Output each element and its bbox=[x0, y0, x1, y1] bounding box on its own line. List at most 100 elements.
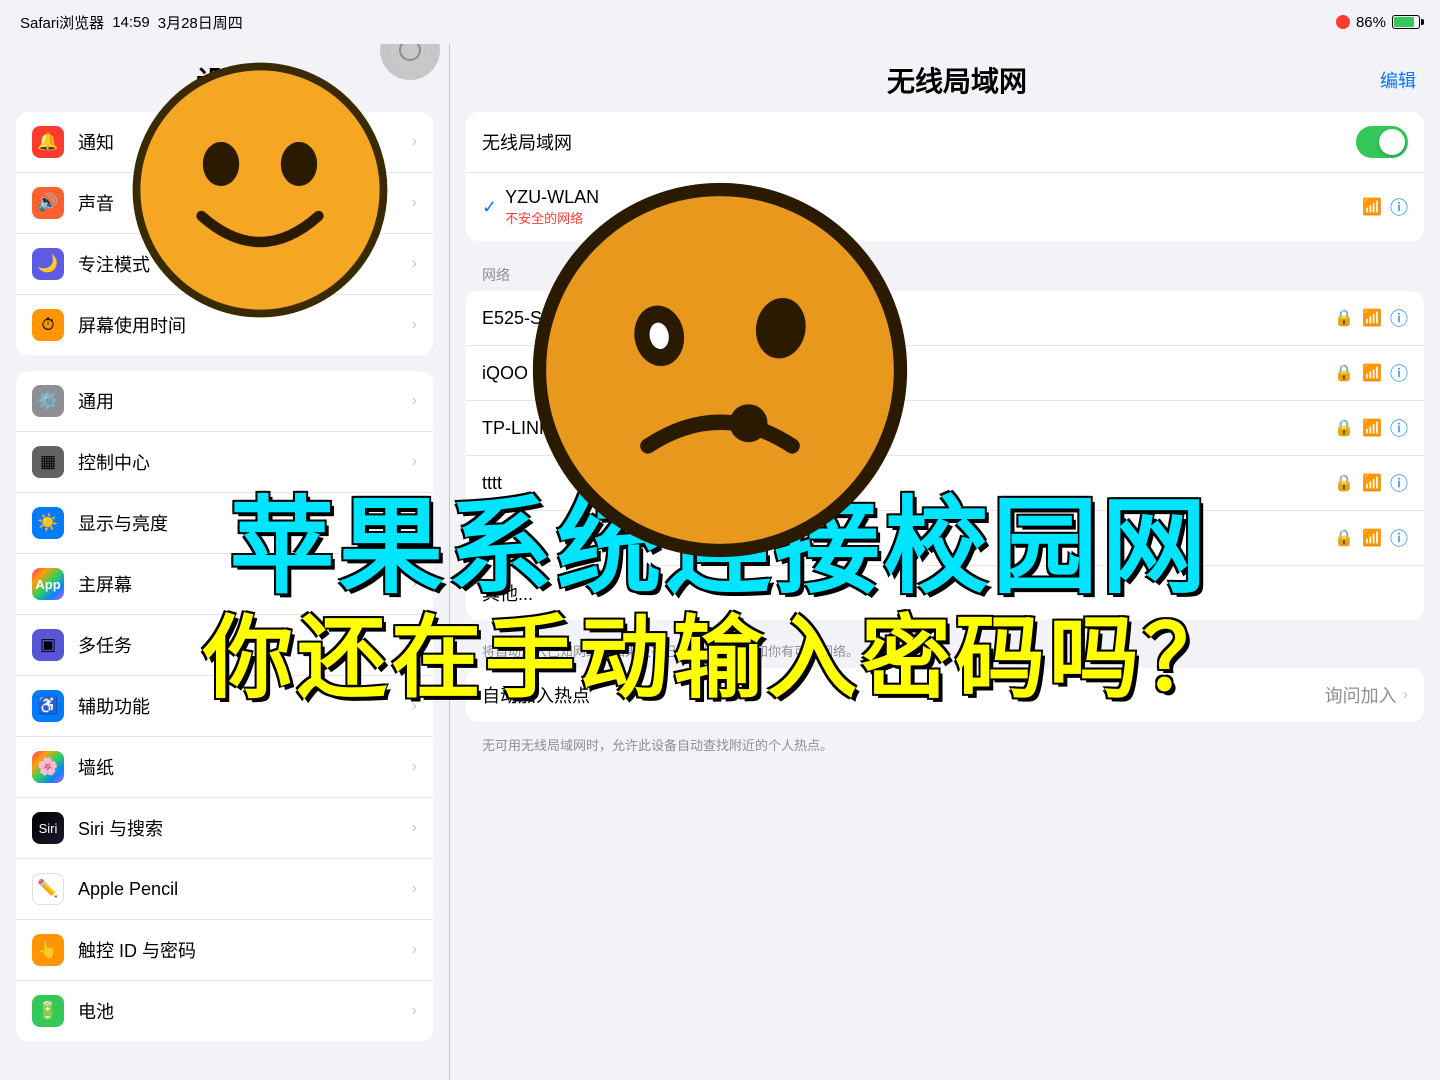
homescreen-label: 主屏幕 bbox=[78, 571, 132, 597]
wifi-signal-icon: 📶 bbox=[1362, 418, 1382, 438]
sidebar-item-battery[interactable]: 🔋 电池 › bbox=[16, 981, 433, 1041]
screentime-icon: ⏱ bbox=[32, 309, 64, 341]
focus-label: 专注模式 bbox=[78, 251, 150, 277]
app-name: Safari浏览器 bbox=[20, 12, 104, 33]
sound-icon: 🔊 bbox=[32, 187, 64, 219]
wallpaper-label: 墙纸 bbox=[78, 754, 114, 780]
status-bar: Safari浏览器 14:59 3月28日周四 86% bbox=[0, 0, 1440, 44]
info-button[interactable]: ⓘ bbox=[1390, 360, 1408, 386]
connected-network-row[interactable]: ✓ YZU-WLAN 不安全的网络 📶 ⓘ bbox=[466, 173, 1424, 241]
sidebar-item-wallpaper[interactable]: 🌸 墙纸 › bbox=[16, 737, 433, 798]
other-networks-row[interactable]: 其他... bbox=[466, 566, 1424, 620]
display-label: 显示与亮度 bbox=[78, 510, 168, 536]
notifications-icon: 🔔 bbox=[32, 126, 64, 158]
status-right: 86% bbox=[1336, 14, 1420, 31]
sidebar-item-touchid[interactable]: 👆 触控 ID 与密码 › bbox=[16, 920, 433, 981]
chevron-icon: › bbox=[412, 758, 417, 776]
sidebar-item-focus[interactable]: 🌙 专注模式 › bbox=[16, 234, 433, 295]
wifi-toggle-row: 无线局域网 bbox=[466, 112, 1424, 173]
network-row-3[interactable]: tttt 🔒 📶 ⓘ bbox=[466, 456, 1424, 511]
checkmark-icon: ✓ bbox=[482, 197, 497, 218]
focus-icon: 🌙 bbox=[32, 248, 64, 280]
chevron-icon: › bbox=[412, 392, 417, 410]
record-button bbox=[1336, 15, 1350, 29]
chevron-right-icon: › bbox=[1403, 686, 1408, 704]
network-name-2: TP-LINK_ME bbox=[482, 418, 1334, 439]
main-container: 设置 🔔 通知 › 🔊 声音 › 🌙 专注模式 › ⏱ 屏幕使用时间 › bbox=[0, 44, 1440, 1080]
chevron-icon: › bbox=[412, 316, 417, 334]
sidebar-item-siri[interactable]: Siri Siri 与搜索 › bbox=[16, 798, 433, 859]
auto-hotspot-label: 自动加入热点 bbox=[482, 682, 1325, 708]
siri-label: Siri 与搜索 bbox=[78, 815, 163, 841]
chevron-icon: › bbox=[412, 1002, 417, 1020]
edit-button[interactable]: 编辑 bbox=[1380, 67, 1416, 93]
chevron-icon: › bbox=[412, 133, 417, 151]
network-row-0[interactable]: E525-Smart-class 🔒 📶 ⓘ bbox=[466, 291, 1424, 346]
sidebar-item-multitasking[interactable]: ▣ 多任务 › bbox=[16, 615, 433, 676]
networks-section-label: 网络 bbox=[450, 257, 1440, 291]
info-button[interactable]: ⓘ bbox=[1390, 305, 1408, 331]
info-button[interactable]: ⓘ bbox=[1390, 194, 1408, 220]
siri-icon: Siri bbox=[32, 812, 64, 844]
wifi-toggle[interactable] bbox=[1356, 126, 1408, 158]
sidebar-item-screentime[interactable]: ⏱ 屏幕使用时间 › bbox=[16, 295, 433, 355]
sidebar-item-accessibility[interactable]: ♿ 辅助功能 › bbox=[16, 676, 433, 737]
controlcenter-icon: ▦ bbox=[32, 446, 64, 478]
battery-indicator bbox=[1392, 15, 1420, 29]
sidebar-group-2: ⚙️ 通用 › ▦ 控制中心 › ☀️ 显示与亮度 › App 主屏幕 › ▣ bbox=[16, 371, 433, 1041]
sidebar: 设置 🔔 通知 › 🔊 声音 › 🌙 专注模式 › ⏱ 屏幕使用时间 › bbox=[0, 44, 450, 1080]
sidebar-item-controlcenter[interactable]: ▦ 控制中心 › bbox=[16, 432, 433, 493]
chevron-icon: › bbox=[412, 575, 417, 593]
available-networks-group: E525-Smart-class 🔒 📶 ⓘ iQOO Neo5 🔒 📶 ⓘ T… bbox=[466, 291, 1424, 620]
other-networks-label: 其他... bbox=[482, 580, 1408, 606]
network-row-1[interactable]: iQOO Neo5 🔒 📶 ⓘ bbox=[466, 346, 1424, 401]
sidebar-item-display[interactable]: ☀️ 显示与亮度 › bbox=[16, 493, 433, 554]
lock-icon: 🔒 bbox=[1334, 528, 1354, 548]
ask-join-label: 询问加入 bbox=[1325, 682, 1397, 708]
display-icon: ☀️ bbox=[32, 507, 64, 539]
info-button[interactable]: ⓘ bbox=[1390, 470, 1408, 496]
sidebar-group-1: 🔔 通知 › 🔊 声音 › 🌙 专注模式 › ⏱ 屏幕使用时间 › bbox=[16, 112, 433, 355]
chevron-icon: › bbox=[412, 453, 417, 471]
network-icons-3: 🔒 📶 ⓘ bbox=[1334, 470, 1408, 496]
screentime-label: 屏幕使用时间 bbox=[78, 312, 186, 338]
lock-icon: 🔒 bbox=[1334, 308, 1354, 328]
multitasking-label: 多任务 bbox=[78, 632, 132, 658]
chevron-icon: › bbox=[412, 514, 417, 532]
sidebar-item-general[interactable]: ⚙️ 通用 › bbox=[16, 371, 433, 432]
wifi-title: 无线局域网 bbox=[534, 60, 1380, 100]
pencil-label: Apple Pencil bbox=[78, 879, 178, 900]
auto-join-note: 将自动加入已知网络。如果没有已知网络，将通知你有可用网络。 bbox=[450, 636, 1440, 668]
chevron-icon: › bbox=[412, 636, 417, 654]
sidebar-item-homescreen[interactable]: App 主屏幕 › bbox=[16, 554, 433, 615]
general-label: 通用 bbox=[78, 388, 114, 414]
wifi-toggle-label: 无线局域网 bbox=[482, 129, 1356, 155]
sidebar-item-sound[interactable]: 🔊 声音 › bbox=[16, 173, 433, 234]
auto-hotspot-row[interactable]: 自动加入热点 询问加入 › bbox=[466, 668, 1424, 722]
info-button[interactable]: ⓘ bbox=[1390, 415, 1408, 441]
chevron-icon: › bbox=[412, 697, 417, 715]
homescreen-icon: App bbox=[32, 568, 64, 600]
wifi-signal-icon: 📶 bbox=[1362, 473, 1382, 493]
wifi-signal-icon: 📶 bbox=[1362, 197, 1382, 217]
network-row-4[interactable]: 🔒 📶 ⓘ bbox=[466, 511, 1424, 566]
connected-network-icons: 📶 ⓘ bbox=[1362, 194, 1408, 220]
sidebar-item-notifications[interactable]: 🔔 通知 › bbox=[16, 112, 433, 173]
wifi-signal-icon: 📶 bbox=[1362, 363, 1382, 383]
network-icons-0: 🔒 📶 ⓘ bbox=[1334, 305, 1408, 331]
wifi-signal-icon: 📶 bbox=[1362, 528, 1382, 548]
sidebar-item-pencil[interactable]: ✏️ Apple Pencil › bbox=[16, 859, 433, 920]
lock-icon: 🔒 bbox=[1334, 418, 1354, 438]
connected-network-sublabel: 不安全的网络 bbox=[505, 208, 1362, 227]
wallpaper-icon: 🌸 bbox=[32, 751, 64, 783]
chevron-icon: › bbox=[412, 255, 417, 273]
chevron-icon: › bbox=[412, 194, 417, 212]
lock-icon: 🔒 bbox=[1334, 363, 1354, 383]
connected-network-name: YZU-WLAN bbox=[505, 187, 1362, 208]
info-button[interactable]: ⓘ bbox=[1390, 525, 1408, 551]
network-name-0: E525-Smart-class bbox=[482, 308, 1334, 329]
right-header: 无线局域网 编辑 bbox=[450, 44, 1440, 112]
right-panel: 无线局域网 编辑 无线局域网 ✓ YZU-WLAN 不安全的网络 📶 ⓘ bbox=[450, 44, 1440, 1080]
network-row-2[interactable]: TP-LINK_ME 🔒 📶 ⓘ bbox=[466, 401, 1424, 456]
network-icons-2: 🔒 📶 ⓘ bbox=[1334, 415, 1408, 441]
